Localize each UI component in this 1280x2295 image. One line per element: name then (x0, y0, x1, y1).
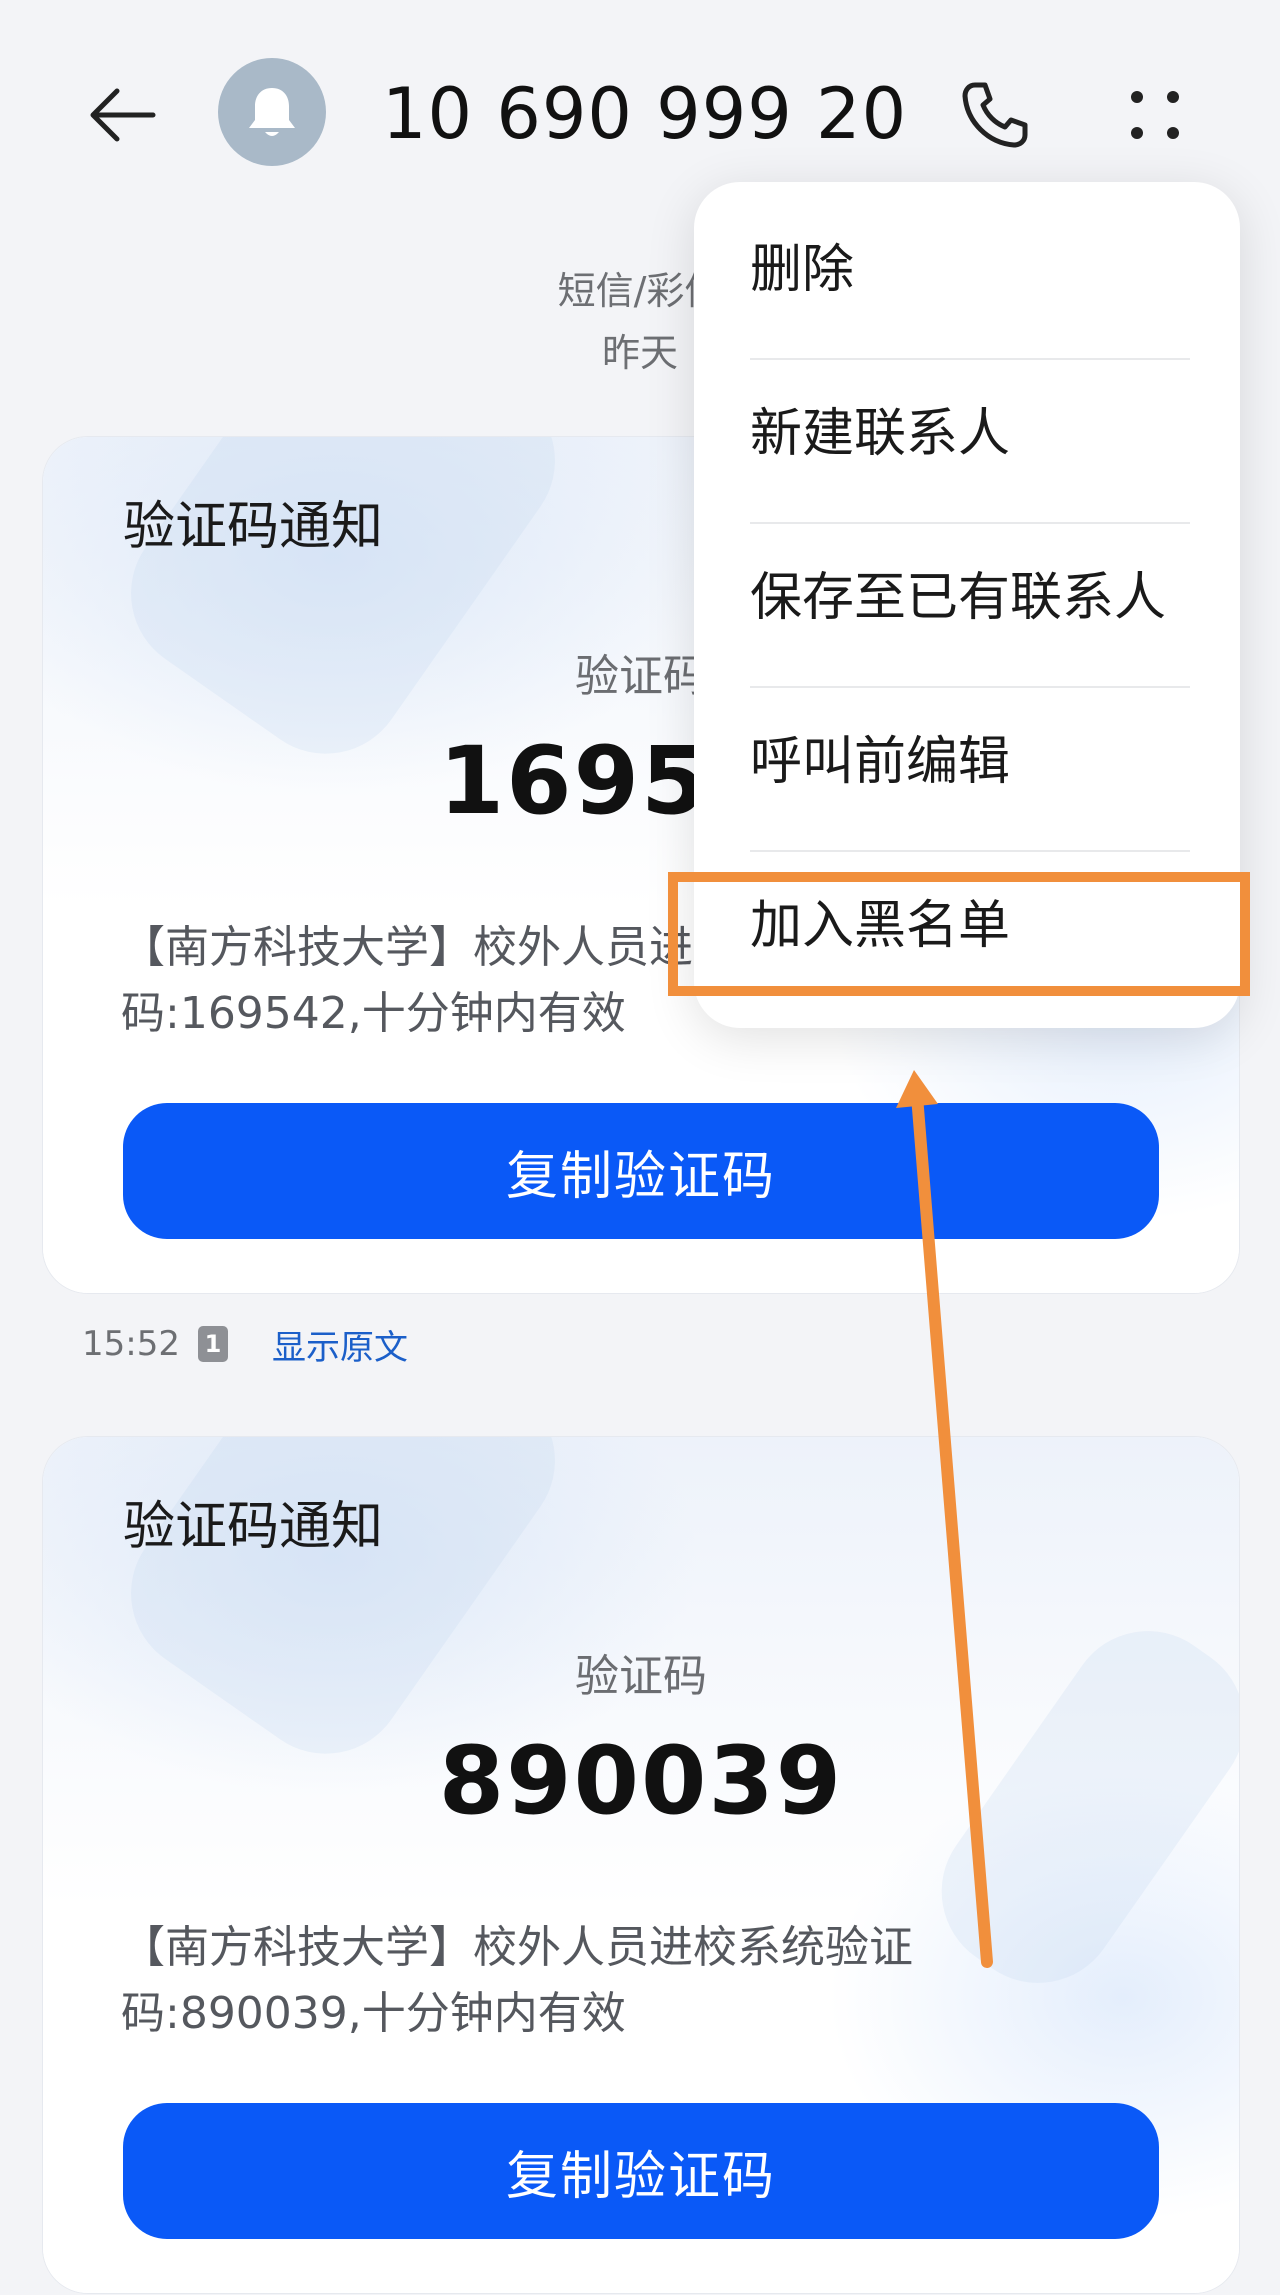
menu-item-save-to-existing-contact[interactable]: 保存至已有联系人 (750, 510, 1190, 674)
copy-code-button[interactable]: 复制验证码 (123, 2103, 1159, 2239)
menu-item-delete[interactable]: 删除 (750, 182, 1190, 346)
message-time: 15:52 (82, 1324, 180, 1364)
code-label: 验证码 (575, 1651, 707, 1702)
sms-text[interactable]: 【南方科技大学】校外人员进校系统验证码:890039,十分钟内有效 (121, 1915, 1071, 2047)
bell-icon (249, 88, 295, 136)
menu-item-new-contact[interactable]: 新建联系人 (750, 346, 1190, 510)
message-meta: 15:52 1 显示原文 (82, 1316, 408, 1372)
avatar[interactable] (218, 58, 326, 166)
sim-badge: 1 (197, 1326, 228, 1362)
call-button[interactable] (950, 70, 1040, 160)
menu-item-edit-before-call[interactable]: 呼叫前编辑 (750, 674, 1190, 838)
card-title: 验证码通知 (123, 1497, 384, 1557)
contact-number-title: 10 690 999 20… (382, 73, 902, 155)
phone-icon (962, 82, 1028, 148)
verification-code[interactable]: 890039 (43, 1722, 1239, 1842)
more-dots-icon (1131, 91, 1179, 139)
card-title: 验证码通知 (123, 497, 384, 557)
annotation-highlight-box (668, 872, 1250, 996)
more-options-button[interactable] (1110, 70, 1200, 160)
verification-card: 验证码通知 验证码 890039 【南方科技大学】校外人员进校系统验证码:890… (42, 1436, 1240, 2294)
back-button[interactable] (78, 70, 168, 160)
copy-code-button[interactable]: 复制验证码 (123, 1103, 1159, 1239)
show-original-link[interactable]: 显示原文 (272, 1320, 408, 1369)
arrow-left-icon (90, 88, 156, 142)
